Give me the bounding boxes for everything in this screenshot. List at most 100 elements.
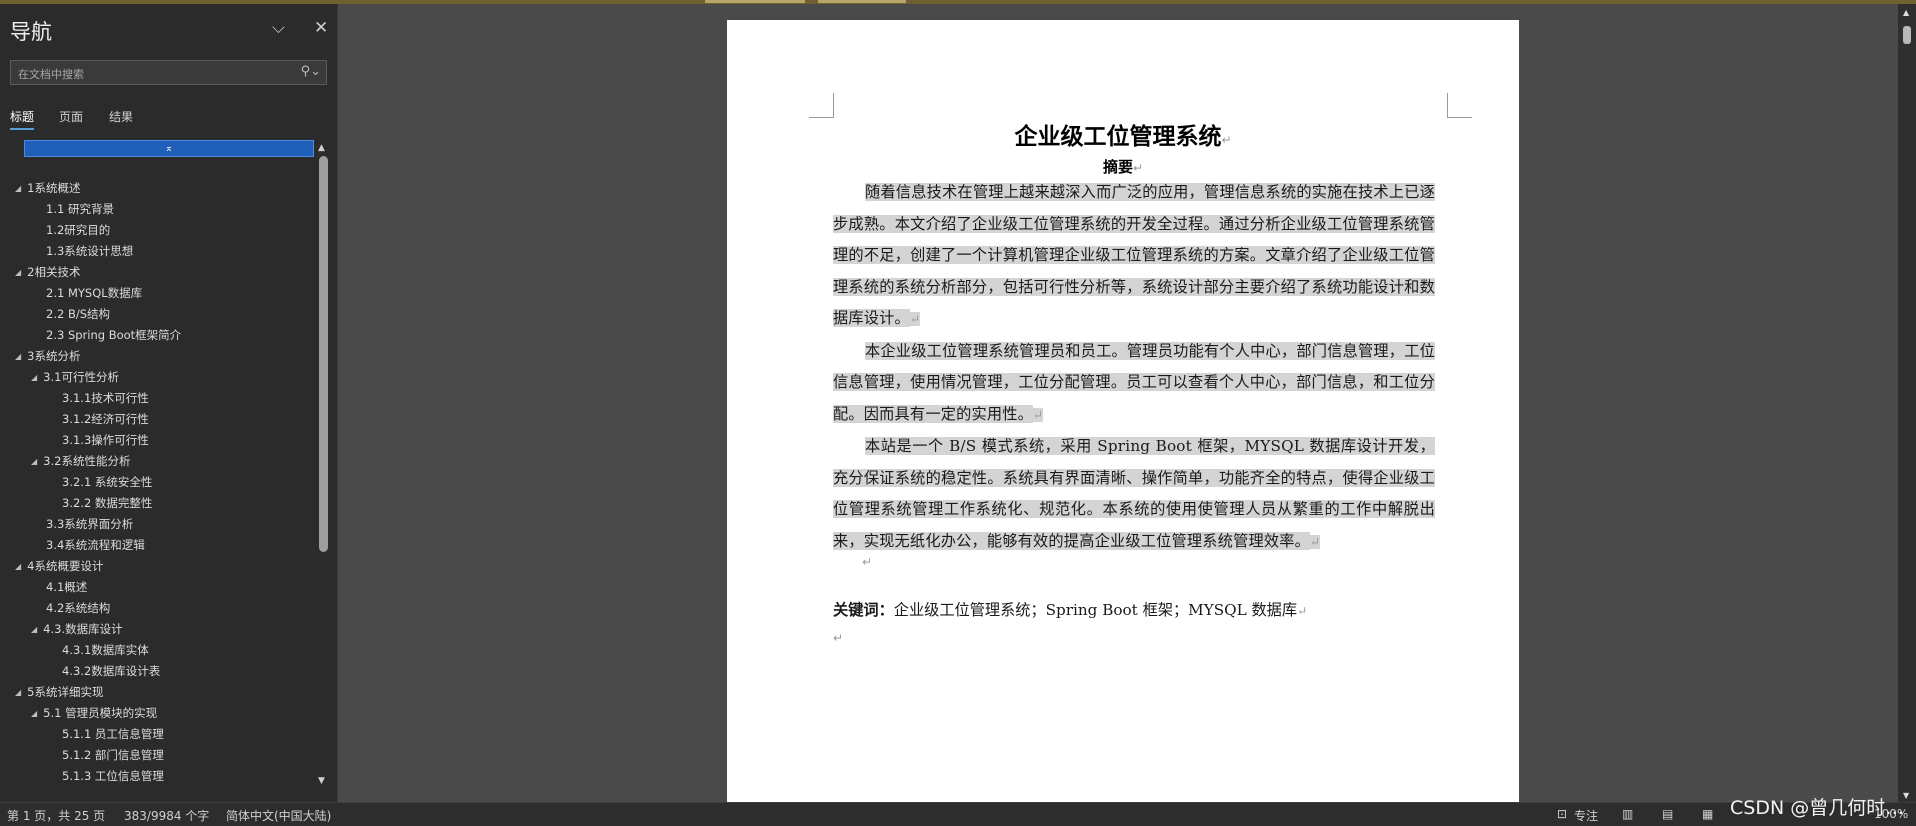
read-mode-icon[interactable]: ▥ [1622, 807, 1633, 821]
tree-item[interactable]: ◢ 4.3.数据库设计 [31, 622, 123, 638]
tree-item[interactable]: ◢ 1系统概述 [15, 181, 80, 197]
expand-triangle-icon[interactable]: ◢ [15, 562, 21, 571]
expand-triangle-icon[interactable]: ◢ [31, 457, 37, 466]
tree-item-label: 3.2.1 系统安全性 [62, 475, 153, 489]
tree-item[interactable]: 2.1 MYSQL数据库 [46, 286, 142, 300]
scroll-down-icon[interactable]: ▼ [318, 776, 325, 786]
tree-item[interactable]: ◢ 3系统分析 [15, 349, 80, 365]
tree-item[interactable]: 3.1.1技术可行性 [62, 391, 149, 405]
tree-item[interactable]: 5.1.1 员工信息管理 [62, 727, 164, 741]
web-layout-icon[interactable]: ▦ [1702, 807, 1713, 821]
tab-pages[interactable]: 页面 [59, 108, 83, 125]
tree-item-label: 3.4系统流程和逻辑 [46, 538, 145, 552]
tree-item[interactable]: 1.3系统设计思想 [46, 244, 133, 258]
collapse-up-icon[interactable]: ⌅ [24, 140, 314, 157]
margin-corner-mark [1447, 93, 1472, 118]
search-placeholder: 在文档中搜索 [18, 68, 84, 81]
tree-item-label: 3.1.3操作可行性 [62, 433, 149, 447]
tree-item[interactable]: 2.2 B/S结构 [46, 307, 110, 321]
status-bar: 第 1 页，共 25 页 383/9984 个字 简体中文(中国大陆) ⊡ 专注… [0, 802, 1916, 826]
tree-item[interactable]: ◢ 2相关技术 [15, 265, 80, 281]
page-count[interactable]: 第 1 页，共 25 页 [7, 807, 105, 824]
close-icon[interactable]: ✕ [314, 18, 328, 38]
paragraph-mark: ↵ [1310, 534, 1321, 549]
tree-item[interactable]: ◢ 5.1 管理员模块的实现 [31, 706, 157, 722]
expand-triangle-icon[interactable]: ◢ [15, 688, 21, 697]
tree-item[interactable]: 5.1.3 工位信息管理 [62, 769, 164, 783]
tree-item[interactable]: 4.3.1数据库实体 [62, 643, 149, 657]
tree-item[interactable]: ◢ 4系统概要设计 [15, 559, 103, 575]
paragraph-mark: ↵ [833, 631, 844, 645]
expand-triangle-icon[interactable]: ◢ [31, 709, 37, 718]
tree-item[interactable]: 1.1 研究背景 [46, 202, 114, 216]
tree-item[interactable]: ◢ 3.1可行性分析 [31, 370, 119, 386]
keywords-text: 企业级工位管理系统；Spring Boot 框架；MYSQL 数据库 [893, 601, 1298, 619]
tree-item-label: 1.1 研究背景 [46, 202, 114, 216]
margin-corner-mark [809, 93, 834, 118]
tree-item[interactable]: ◢ 5系统详细实现 [15, 685, 103, 701]
paragraph-text: 本站是一个 B/S 模式系统，采用 Spring Boot 框架，MYSQL 数… [833, 437, 1435, 550]
expand-triangle-icon[interactable]: ◢ [15, 268, 21, 277]
paragraph-mark: ↵ [909, 312, 921, 326]
document-canvas: 企业级工位管理系统↵ 摘要↵ 随着信息技术在管理上越来越深入而广泛的应用，管理信… [345, 4, 1905, 820]
tree-item-label: 4.2系统结构 [46, 601, 111, 615]
scroll-up-icon[interactable]: ▲ [318, 143, 325, 153]
watermark: CSDN @曾几何时… [1730, 797, 1905, 819]
tree-item[interactable]: 5.1.2 部门信息管理 [62, 748, 164, 762]
nav-scrollbar[interactable]: ▲ ▼ [317, 140, 330, 788]
search-icon[interactable]: ⚲⌄ [301, 64, 321, 79]
tree-item[interactable]: 3.1.2经济可行性 [62, 412, 149, 426]
tree-item[interactable]: 3.4系统流程和逻辑 [46, 538, 145, 552]
tree-item[interactable]: 3.2.1 系统安全性 [62, 475, 152, 489]
tree-item-label: 4.3.2数据库设计表 [62, 664, 161, 678]
abstract-heading-text: 摘要 [1102, 158, 1133, 176]
tree-item-label: 5.1 管理员模块的实现 [43, 706, 158, 720]
expand-triangle-icon[interactable]: ◢ [31, 373, 37, 382]
tree-item-label: 5.1.1 员工信息管理 [62, 727, 164, 741]
nav-scroll-thumb[interactable] [319, 156, 328, 552]
tree-item[interactable]: 1.2研究目的 [46, 223, 110, 237]
tree-item-label: 2相关技术 [27, 265, 81, 279]
paragraph-mark: ↵ [862, 555, 873, 569]
tree-item-label: 3.1可行性分析 [43, 370, 119, 384]
document-scroll-thumb[interactable] [1903, 26, 1911, 44]
tree-item-label: 5.1.3 工位信息管理 [62, 769, 164, 783]
navigation-pane: 导航 ⌵ ✕ 在文档中搜索 ⚲⌄ 标题 页面 结果 ⌅ ◢ 1系统概述 1.1 研究… [0, 4, 338, 802]
tree-item-label: 1.2研究目的 [46, 223, 111, 237]
language-indicator[interactable]: 简体中文(中国大陆) [226, 807, 331, 824]
paragraph: 本企业级工位管理系统管理员和员工。管理员功能有个人中心，部门信息管理，工位信息管… [833, 336, 1435, 432]
nav-title: 导航 [10, 20, 52, 44]
tree-item-label: 2.1 MYSQL数据库 [46, 286, 143, 300]
tree-item[interactable]: 4.1概述 [46, 580, 87, 594]
tree-item[interactable]: 4.3.2数据库设计表 [62, 664, 160, 678]
document-scrollbar[interactable]: ▲ ▼ [1898, 4, 1916, 802]
search-input[interactable]: 在文档中搜索 ⚲⌄ [10, 60, 327, 85]
document-page[interactable]: 企业级工位管理系统↵ 摘要↵ 随着信息技术在管理上越来越深入而广泛的应用，管理信… [727, 20, 1519, 820]
tree-item-label: 2.3 Spring Boot框架简介 [46, 328, 182, 342]
chevron-down-icon[interactable]: ⌵ [272, 18, 285, 38]
focus-icon[interactable]: ⊡ [1557, 807, 1567, 821]
heading-tree: ◢ 1系统概述 1.1 研究背景 1.2研究目的 1.3系统设计思想 ◢ 2相关技术 2.1 … [0, 181, 315, 791]
title-bar-tab [705, 0, 805, 3]
tree-item[interactable]: 3.2.2 数据完整性 [62, 496, 152, 510]
tree-item-label: 4系统概要设计 [27, 559, 104, 573]
focus-mode-label[interactable]: 专注 [1574, 807, 1598, 824]
tab-headings[interactable]: 标题 [10, 108, 35, 130]
tree-item[interactable]: 4.2系统结构 [46, 601, 110, 615]
expand-triangle-icon[interactable]: ◢ [15, 352, 21, 361]
tree-item-label: 3系统分析 [27, 349, 81, 363]
tree-item[interactable]: 2.3 Spring Boot框架简介 [46, 328, 181, 342]
word-count[interactable]: 383/9984 个字 [124, 807, 209, 824]
expand-triangle-icon[interactable]: ◢ [15, 184, 21, 193]
abstract-heading: 摘要↵ [727, 156, 1519, 177]
tab-results[interactable]: 结果 [109, 108, 133, 125]
paragraph-mark: ↵ [1297, 604, 1308, 618]
print-layout-icon[interactable]: ▤ [1662, 807, 1673, 821]
tree-item[interactable]: ◢ 3.2系统性能分析 [31, 454, 130, 470]
expand-triangle-icon[interactable]: ◢ [31, 625, 37, 634]
tree-item[interactable]: 3.3系统界面分析 [46, 517, 133, 531]
tree-item-label: 3.2.2 数据完整性 [62, 496, 153, 510]
scroll-up-icon[interactable]: ▲ [1903, 8, 1909, 17]
tree-item[interactable]: 3.1.3操作可行性 [62, 433, 149, 447]
tree-item-label: 1系统概述 [27, 181, 81, 195]
